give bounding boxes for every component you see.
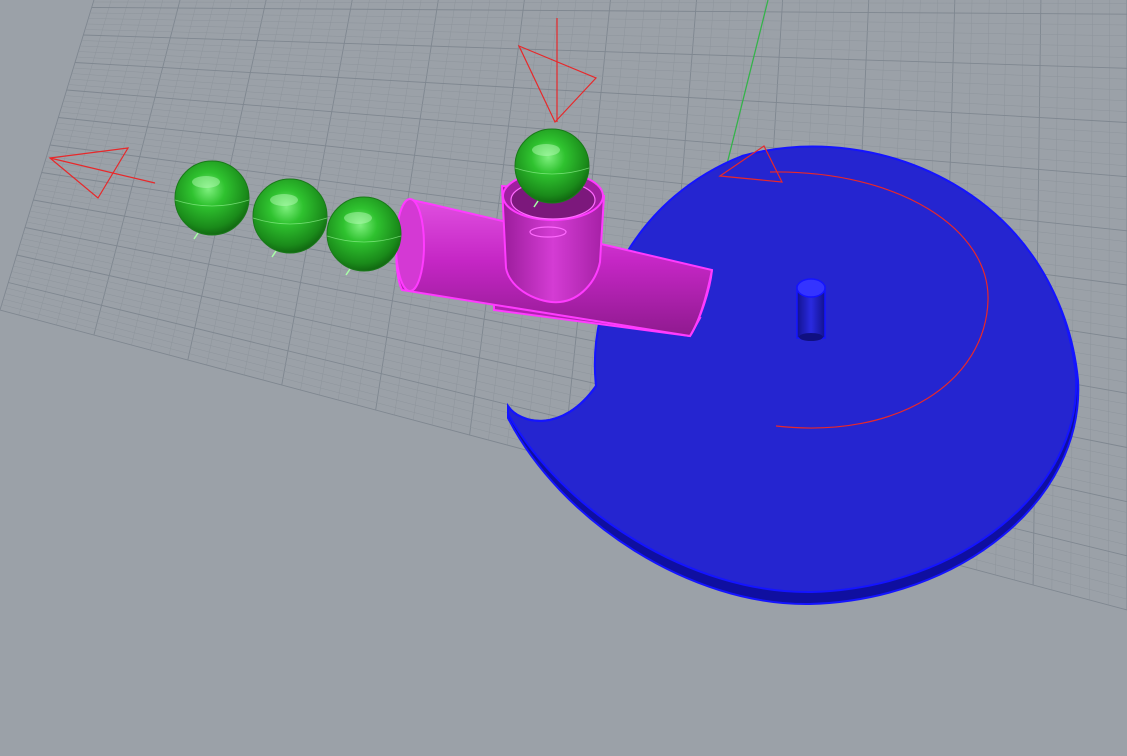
scene-canvas[interactable] [0, 0, 1127, 756]
grid-line [78, 51, 1127, 102]
grid-line [74, 62, 1127, 123]
grid-line [79, 45, 1127, 91]
tube-end [395, 198, 425, 292]
ball[interactable] [252, 178, 328, 258]
grid-line [1107, 0, 1111, 606]
grid-line [73, 67, 1127, 134]
grid-line [1070, 0, 1076, 596]
grid-line [93, 0, 181, 336]
shaft[interactable] [796, 278, 826, 341]
grid-line [68, 84, 1127, 167]
perspective-viewport[interactable] [0, 0, 1127, 756]
grid-line [0, 0, 95, 311]
grid-line [69, 78, 1127, 156]
grid-line [83, 34, 1127, 69]
left-arrow[interactable] [48, 147, 156, 199]
grid-line [81, 40, 1127, 80]
grid-line [1089, 0, 1093, 601]
